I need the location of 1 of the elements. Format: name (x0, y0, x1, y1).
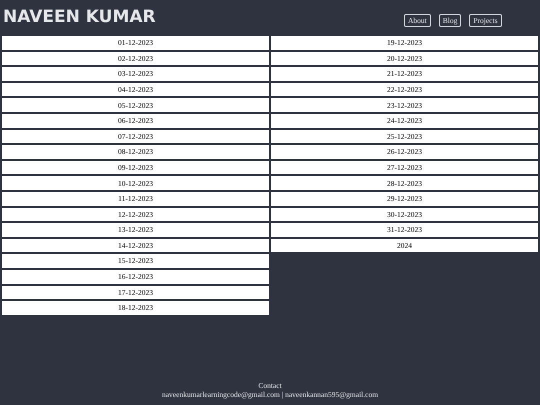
site-title: NAVEEN KUMAR (2, 6, 157, 30)
